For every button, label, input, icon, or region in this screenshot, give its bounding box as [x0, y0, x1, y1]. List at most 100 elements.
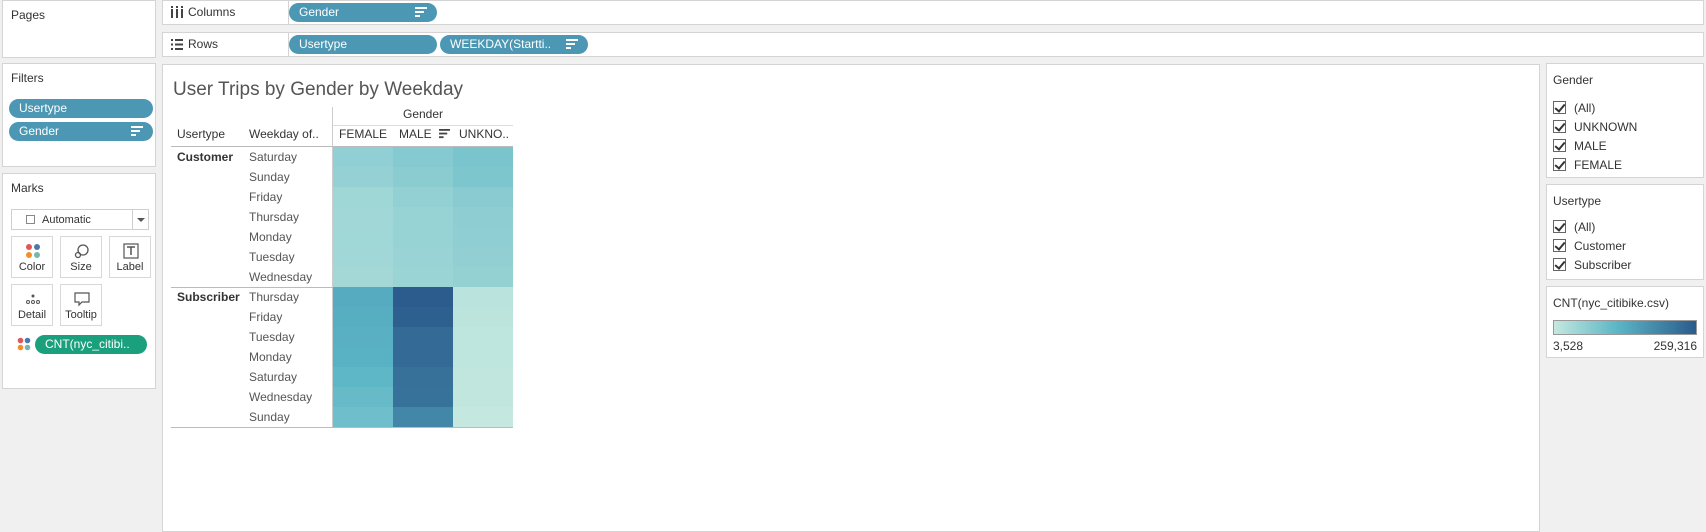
columns-pill-gender[interactable]: Gender — [289, 3, 437, 22]
filter-pill-gender[interactable]: Gender — [9, 122, 153, 141]
checkbox-checked-icon[interactable] — [1553, 120, 1566, 133]
heatmap-cell[interactable] — [333, 347, 393, 367]
gender-option-unknown[interactable]: UNKNOWN — [1553, 120, 1637, 134]
heatmap-cell[interactable] — [333, 367, 393, 387]
usertype-option-subscriber[interactable]: Subscriber — [1553, 258, 1631, 272]
filter-pill-usertype[interactable]: Usertype — [9, 99, 153, 118]
marks-field-pill[interactable]: CNT(nyc_citibi.. — [35, 335, 147, 354]
heatmap-cell[interactable] — [333, 147, 393, 167]
gender-option-all[interactable]: (All) — [1553, 101, 1595, 115]
usertype-label-customer[interactable]: Customer — [177, 150, 233, 164]
columns-shelf[interactable]: Columns Gender — [162, 0, 1704, 25]
heatmap-cell[interactable] — [453, 207, 513, 227]
heatmap-cell[interactable] — [333, 407, 393, 427]
column-header-0[interactable]: FEMALE — [339, 127, 387, 141]
heatmap-cell[interactable] — [393, 267, 453, 287]
gender-option-female[interactable]: FEMALE — [1553, 158, 1622, 172]
heatmap-cell[interactable] — [393, 367, 453, 387]
checkbox-checked-icon[interactable] — [1553, 101, 1566, 114]
heatmap-cell[interactable] — [393, 407, 453, 427]
weekday-label[interactable]: Tuesday — [249, 330, 295, 344]
weekday-label[interactable]: Sunday — [249, 410, 290, 424]
weekday-label[interactable]: Tuesday — [249, 250, 295, 264]
marks-detail-button[interactable]: Detail — [11, 284, 53, 326]
filters-card[interactable]: Filters Usertype Gender — [2, 63, 156, 167]
viz-canvas[interactable]: User Trips by Gender by Weekday Gender Us… — [162, 64, 1540, 532]
heatmap-cell[interactable] — [333, 227, 393, 247]
checkbox-checked-icon[interactable] — [1553, 258, 1566, 271]
heatmap-cell[interactable] — [453, 367, 513, 387]
heatmap-cell[interactable] — [453, 287, 513, 307]
heatmap-cell[interactable] — [333, 247, 393, 267]
heatmap-cell[interactable] — [393, 307, 453, 327]
weekday-label[interactable]: Wednesday — [249, 270, 312, 284]
chevron-down-icon[interactable] — [132, 210, 148, 229]
heatmap-cell[interactable] — [393, 347, 453, 367]
weekday-label[interactable]: Friday — [249, 190, 282, 204]
heatmap-cell[interactable] — [453, 247, 513, 267]
marks-color-button[interactable]: Color — [11, 236, 53, 278]
checkbox-checked-icon[interactable] — [1553, 139, 1566, 152]
pages-card[interactable]: Pages — [2, 0, 156, 58]
heatmap-cell[interactable] — [453, 167, 513, 187]
heatmap-cell[interactable] — [453, 147, 513, 167]
gender-filter-card[interactable]: Gender (All) UNKNOWN MALE FEMALE — [1546, 63, 1704, 178]
weekday-label[interactable]: Saturday — [249, 150, 297, 164]
heatmap-cell[interactable] — [333, 287, 393, 307]
rows-shelf[interactable]: Rows Usertype WEEKDAY(Startti.. — [162, 32, 1704, 57]
usertype-option-all[interactable]: (All) — [1553, 220, 1595, 234]
heatmap-cell[interactable] — [333, 267, 393, 287]
heatmap-cell[interactable] — [393, 327, 453, 347]
rows-icon — [171, 39, 183, 50]
heatmap-cell[interactable] — [393, 247, 453, 267]
rows-pill-usertype[interactable]: Usertype — [289, 35, 437, 54]
heatmap-cell[interactable] — [393, 187, 453, 207]
checkbox-checked-icon[interactable] — [1553, 220, 1566, 233]
column-header-1[interactable]: MALE — [399, 127, 432, 141]
heatmap-cell[interactable] — [453, 307, 513, 327]
usertype-label-subscriber[interactable]: Subscriber — [177, 290, 240, 304]
weekday-label[interactable]: Saturday — [249, 370, 297, 384]
weekday-label[interactable]: Monday — [249, 230, 292, 244]
heatmap-cell[interactable] — [333, 307, 393, 327]
mark-type-dropdown[interactable]: Automatic — [11, 209, 149, 230]
weekday-label[interactable]: Friday — [249, 310, 282, 324]
weekday-label[interactable]: Monday — [249, 350, 292, 364]
weekday-label[interactable]: Wednesday — [249, 390, 312, 404]
color-legend-card[interactable]: CNT(nyc_citibike.csv) 3,528 259,316 — [1546, 286, 1704, 358]
heatmap-cell[interactable] — [393, 207, 453, 227]
weekday-label[interactable]: Sunday — [249, 170, 290, 184]
heatmap-cell[interactable] — [333, 167, 393, 187]
heatmap-cell[interactable] — [393, 147, 453, 167]
heatmap-cell[interactable] — [333, 207, 393, 227]
heatmap-cell[interactable] — [333, 387, 393, 407]
heatmap-cell[interactable] — [393, 387, 453, 407]
gender-option-male[interactable]: MALE — [1553, 139, 1607, 153]
heatmap-cell[interactable] — [453, 387, 513, 407]
heatmap-cell[interactable] — [333, 327, 393, 347]
rows-pill-weekday[interactable]: WEEKDAY(Startti.. — [440, 35, 588, 54]
heatmap-cell[interactable] — [393, 167, 453, 187]
weekday-label[interactable]: Thursday — [249, 210, 299, 224]
checkbox-checked-icon[interactable] — [1553, 239, 1566, 252]
heatmap-cell[interactable] — [453, 227, 513, 247]
heatmap-cell[interactable] — [453, 187, 513, 207]
heatmap-cell[interactable] — [453, 347, 513, 367]
marks-size-button[interactable]: Size — [60, 236, 102, 278]
sort-icon[interactable] — [439, 129, 450, 139]
checkbox-checked-icon[interactable] — [1553, 158, 1566, 171]
weekday-label[interactable]: Thursday — [249, 290, 299, 304]
filter-pill-gender-label: Gender — [19, 124, 60, 138]
heatmap-cell[interactable] — [453, 267, 513, 287]
usertype-option-customer[interactable]: Customer — [1553, 239, 1626, 253]
heatmap-cell[interactable] — [393, 287, 453, 307]
marks-card[interactable]: Marks Automatic Color Size Label Detail … — [2, 173, 156, 389]
heatmap-cell[interactable] — [453, 327, 513, 347]
heatmap-cell[interactable] — [333, 187, 393, 207]
marks-tooltip-button[interactable]: Tooltip — [60, 284, 102, 326]
column-header-2[interactable]: UNKNO.. — [459, 127, 509, 141]
heatmap-cell[interactable] — [393, 227, 453, 247]
usertype-filter-card[interactable]: Usertype (All) Customer Subscriber — [1546, 184, 1704, 280]
heatmap-cell[interactable] — [453, 407, 513, 427]
marks-label-button[interactable]: Label — [109, 236, 151, 278]
